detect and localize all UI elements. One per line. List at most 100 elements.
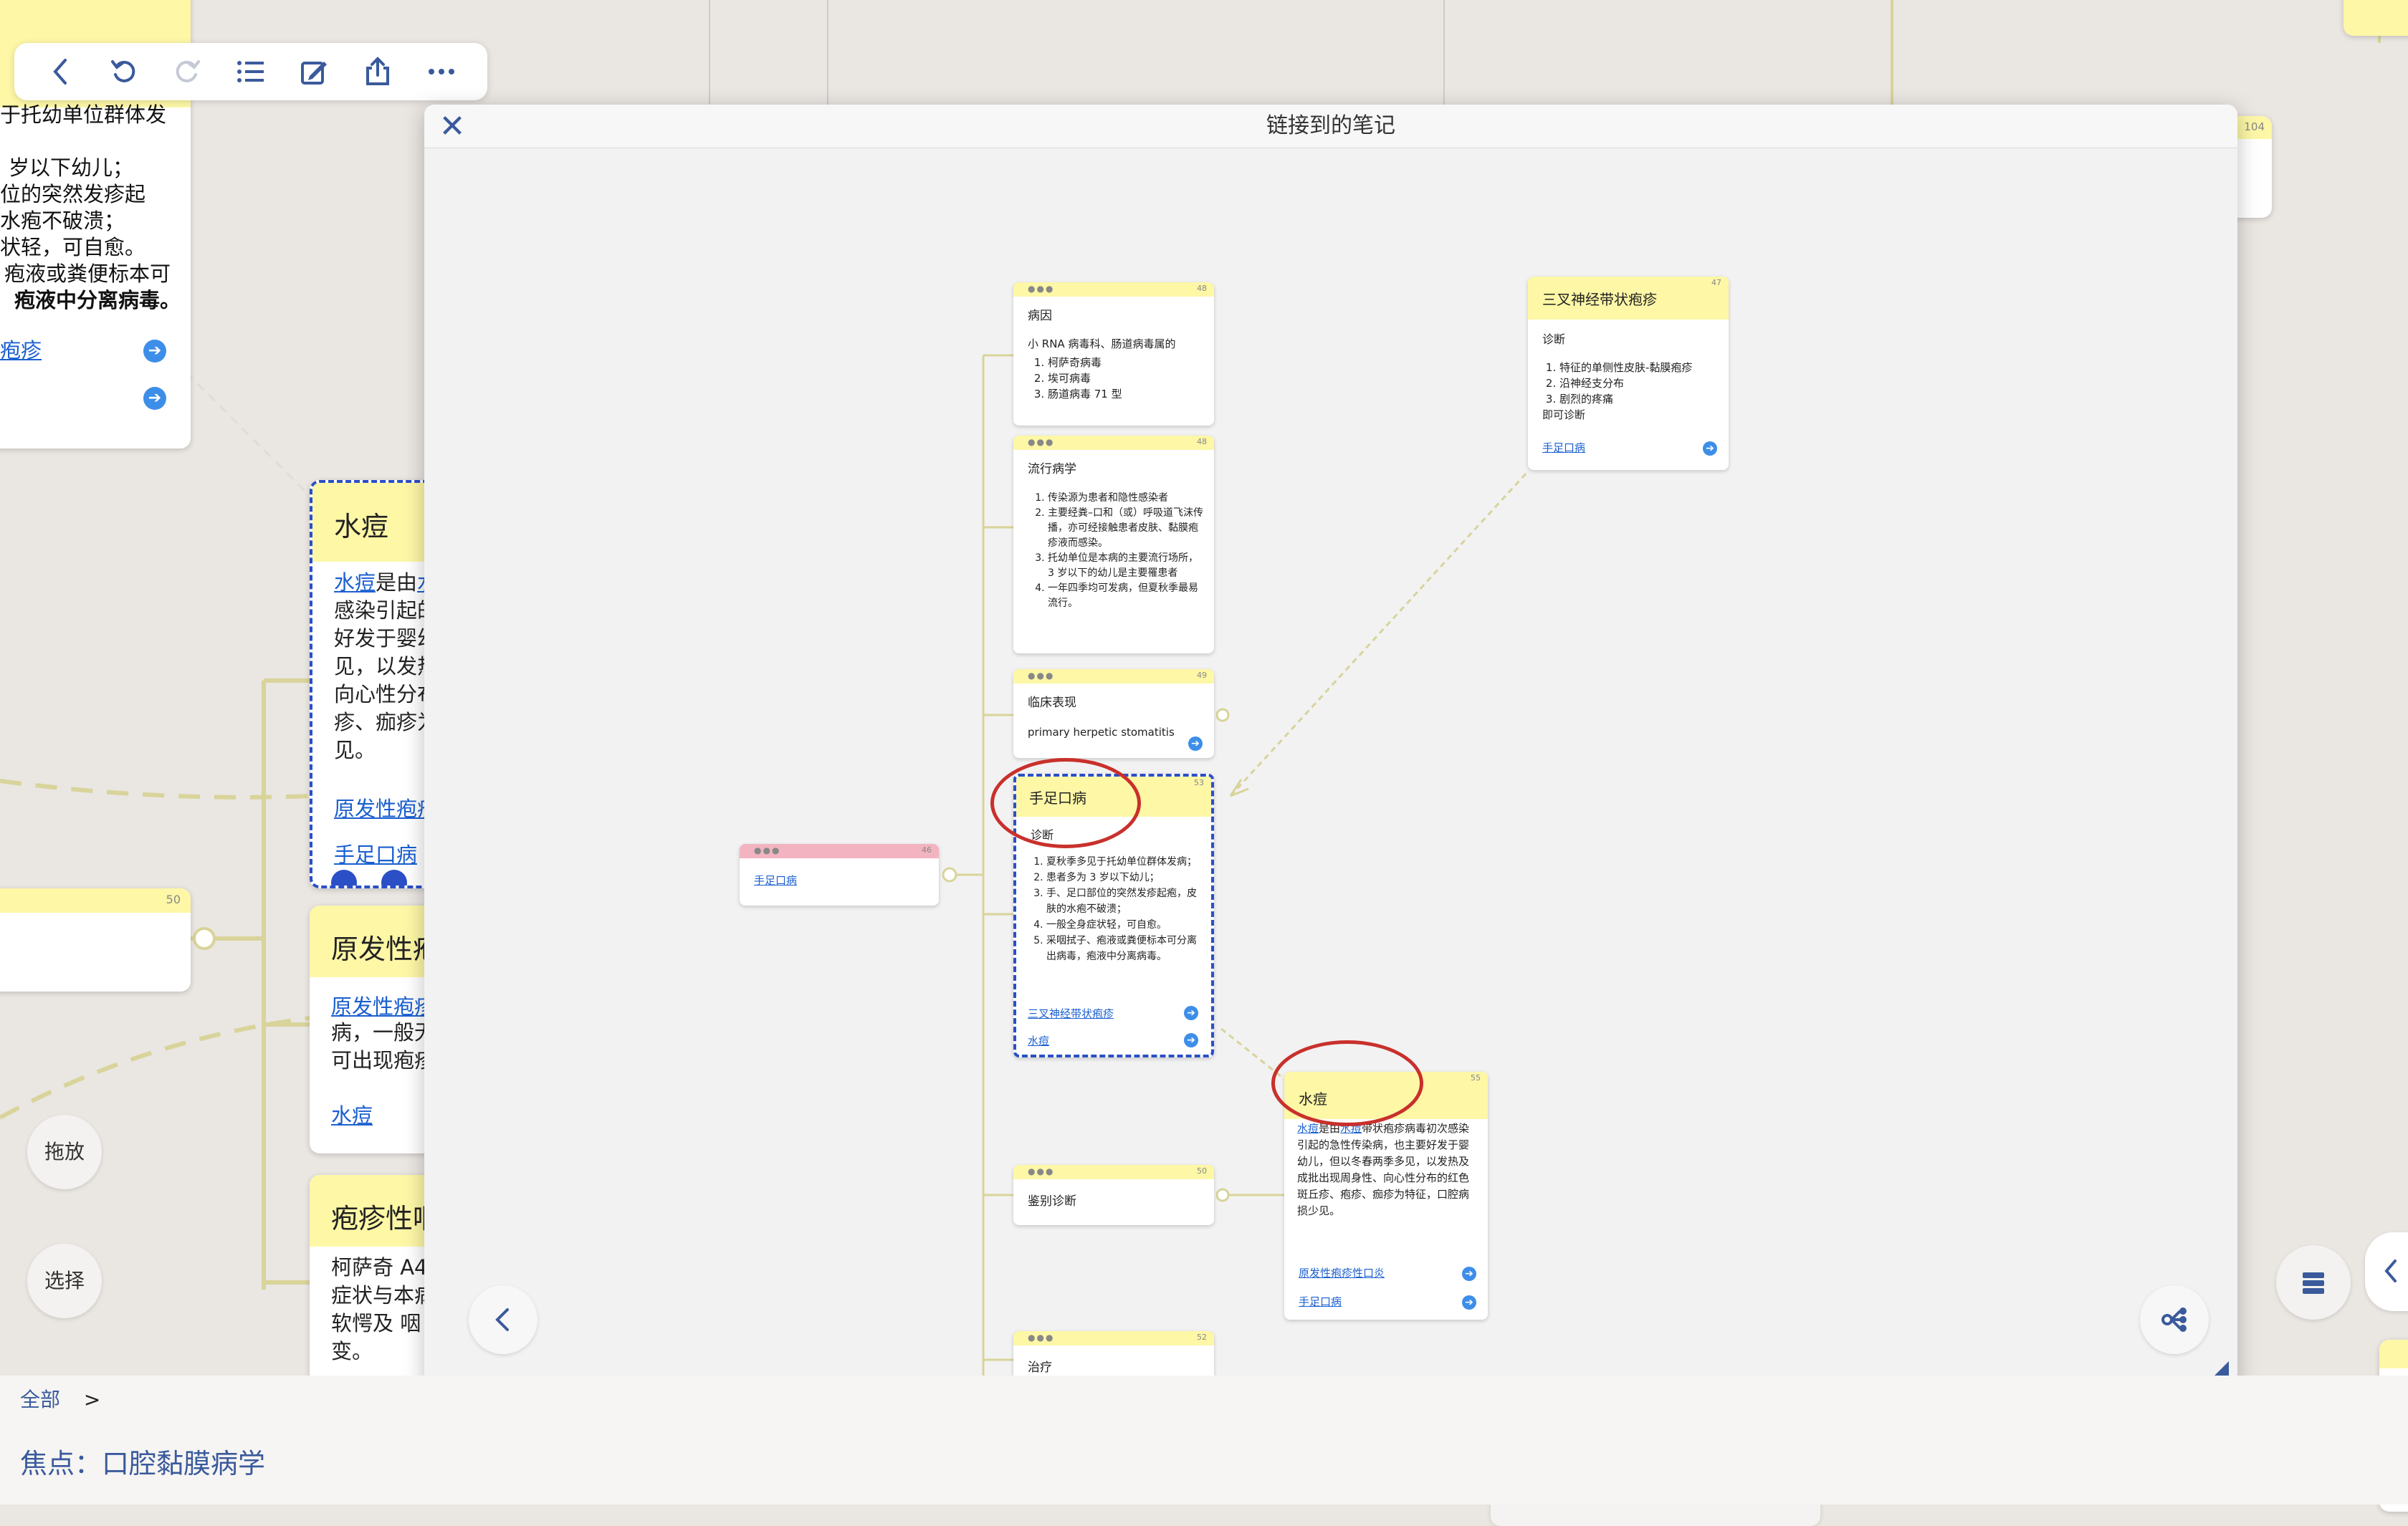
drag-handle[interactable]: ●●●	[1028, 671, 1054, 681]
list-item: 手、足口部位的突然发疹起疱，皮肤的水疱不破溃；	[1046, 886, 1201, 917]
mindmap-icon	[2161, 1307, 2187, 1332]
card-subtitle: 诊断	[1542, 332, 1566, 346]
annotation-ring-hfmd	[990, 758, 1141, 848]
list-item: 肠道病毒 71 型	[1048, 386, 1204, 402]
note-card-clinical[interactable]: ●●● 49 临床表现 primary herpetic stomatitis ➔	[1013, 669, 1214, 758]
breadcrumb-root[interactable]: 全部	[20, 1388, 60, 1411]
more-icon[interactable]	[420, 50, 463, 93]
note-card-etiology[interactable]: ●●● 48 病因 小 RNA 病毒科、肠道病毒属的 柯萨奇病毒 埃可病毒 肠道病…	[1013, 282, 1214, 426]
text-line: 向心性分布	[334, 682, 439, 706]
back-icon[interactable]	[39, 50, 82, 93]
chevron-left-icon	[2384, 1259, 2397, 1282]
select-button[interactable]: 选择	[27, 1244, 102, 1318]
text-line: 疱液或粪便标本可	[4, 261, 171, 286]
list-item: 柯萨奇病毒	[1048, 355, 1204, 370]
collapse-panel-button[interactable]	[2365, 1232, 2408, 1311]
link-trigeminal-zoster[interactable]: 三叉神经带状疱疹	[1028, 1006, 1114, 1021]
text-line: 位的突然发疹起	[0, 182, 146, 206]
drag-handle[interactable]: ●●●	[1028, 284, 1054, 294]
drag-handle[interactable]: ●●●	[754, 845, 780, 855]
text-line: 可出现疱疹	[331, 1048, 436, 1072]
drag-handle[interactable]: ●●●	[1028, 1333, 1054, 1343]
link-icon[interactable]	[381, 870, 407, 886]
previous-button[interactable]	[469, 1285, 538, 1354]
redo-icon[interactable]	[166, 50, 209, 93]
chevron-left-icon	[495, 1308, 509, 1331]
link-primary-herpetic[interactable]: 原发性疱疹	[334, 792, 438, 822]
text-line: 水疱不破溃；	[0, 208, 125, 233]
link-primary-herpetic-stomatitis[interactable]: 原发性疱疹性口炎	[1284, 1265, 1399, 1280]
link-hfmd[interactable]: 手足口病	[1528, 440, 1600, 455]
background-card-50[interactable]: 50	[0, 888, 191, 992]
card-text: 小 RNA 病毒科、肠道病毒属的	[1028, 337, 1176, 350]
drag-handle[interactable]: ●●●	[1028, 1166, 1054, 1176]
link-varicella[interactable]: 水痘	[1028, 1033, 1049, 1048]
annotation-ring-varicella	[1271, 1040, 1423, 1126]
list-item: 一年四季均可发病，但夏秋季最易流行。	[1048, 581, 1204, 611]
link-primary-herpetic[interactable]: 原发性疱疹	[331, 990, 435, 1020]
list-item: 托幼单位是本病的主要流行场所，3 岁以下的幼儿是主要罹患者	[1048, 551, 1204, 581]
drag-handle[interactable]: ●●●	[1028, 437, 1054, 447]
arrow-right-icon[interactable]: ➔	[1188, 736, 1203, 751]
arrow-right-icon[interactable]: ➔	[1184, 1033, 1198, 1047]
text-line: 症状与本病	[331, 1283, 436, 1307]
card-body: 水痘是由水 感染引起的 好发于婴幼 见，以发热 向心性分布 疹、痂疹为 见。	[334, 569, 438, 764]
note-card-trigeminal-zoster[interactable]: 47 三叉神经带状疱疹 诊断 特征的单侧性皮肤-黏膜疱疹 沿神经支分布 剧烈的疼…	[1528, 277, 1729, 470]
note-card-epidemiology[interactable]: ●●● 48 流行病学 传染源为患者和隐性感染者 主要经粪–口和（或）呼吸道飞沫传…	[1013, 436, 1214, 653]
outline-icon[interactable]	[229, 50, 272, 93]
card-text: primary herpetic stomatitis	[1028, 726, 1175, 739]
list-item: 埃可病毒	[1048, 370, 1204, 386]
bottom-bar	[0, 1376, 2408, 1505]
note-number: 52	[1197, 1333, 1207, 1342]
link-herpes[interactable]: 疱疹	[0, 334, 42, 364]
arrow-right-icon[interactable]: ➔	[1184, 1006, 1198, 1020]
card-title: 三叉神经带状疱疹	[1542, 291, 1657, 308]
card-title: 治疗	[1028, 1361, 1052, 1375]
text-line: 疹、痂疹为	[334, 710, 439, 734]
note-number: 104	[2244, 120, 2265, 133]
card-text: 即可诊断	[1542, 408, 1586, 421]
text: 是由	[376, 570, 418, 595]
link-hfmd[interactable]: 手足口病	[1284, 1294, 1356, 1309]
note-card-differential[interactable]: ●●● 50 鉴别诊断	[1013, 1165, 1214, 1225]
drag-button[interactable]: 拖放	[27, 1115, 102, 1189]
link-varicella[interactable]: 水痘	[334, 570, 376, 595]
link-hfmd[interactable]: 手足口病	[740, 858, 939, 888]
text-line: 状轻，可自愈。	[0, 235, 146, 259]
text-line: 软愕及 咽	[331, 1311, 421, 1335]
list-item: 夏秋季多见于托幼单位群体发病；	[1046, 854, 1201, 870]
note-number: 47	[1711, 278, 1721, 287]
focus-indicator[interactable]: 焦点：口腔黏膜病学	[20, 1441, 265, 1481]
comment-icon[interactable]	[331, 870, 357, 886]
note-number: 46	[922, 845, 932, 855]
arrow-right-icon[interactable]: ➔	[1703, 441, 1717, 456]
note-card-pink-hfmd[interactable]: ●●● 46 手足口病	[740, 844, 939, 906]
link-hfmd[interactable]: 手足口病	[334, 838, 417, 868]
arrow-right-icon[interactable]: ➔	[143, 387, 166, 410]
mindmap-button[interactable]	[2140, 1285, 2209, 1354]
list-item: 沿神经支分布	[1559, 375, 1719, 391]
arrow-right-icon[interactable]: ➔	[1462, 1267, 1476, 1281]
text-line: 病，一般无	[331, 1020, 436, 1045]
link-varicella[interactable]: 水痘	[1297, 1122, 1319, 1135]
card-title: 鉴别诊断	[1028, 1194, 1076, 1209]
focus-label: 焦点：	[20, 1448, 102, 1479]
list-item: 患者多为 3 岁以下幼儿；	[1046, 870, 1201, 886]
edit-icon[interactable]	[293, 50, 336, 93]
list-item: 一般全身症状轻，可自愈。	[1046, 917, 1201, 933]
background-card-top-right[interactable]	[2344, 0, 2408, 36]
note-number: 55	[1471, 1073, 1481, 1083]
arrow-right-icon[interactable]: ➔	[1462, 1295, 1476, 1310]
share-icon[interactable]	[356, 50, 399, 93]
text-line: 见。	[334, 738, 376, 762]
layers-button[interactable]	[2276, 1245, 2351, 1320]
arrow-right-icon[interactable]: ➔	[143, 340, 166, 363]
breadcrumb: 全部 >	[20, 1384, 100, 1413]
link-varicella[interactable]: 水痘	[331, 1099, 373, 1129]
text-line: 疱液中分离病毒。	[14, 288, 181, 312]
text-line: 变。	[331, 1339, 373, 1363]
undo-icon[interactable]	[102, 50, 145, 93]
note-number: 50	[166, 893, 181, 906]
text-line: 感染引起的	[334, 598, 439, 623]
note-number: 50	[1197, 1166, 1207, 1176]
